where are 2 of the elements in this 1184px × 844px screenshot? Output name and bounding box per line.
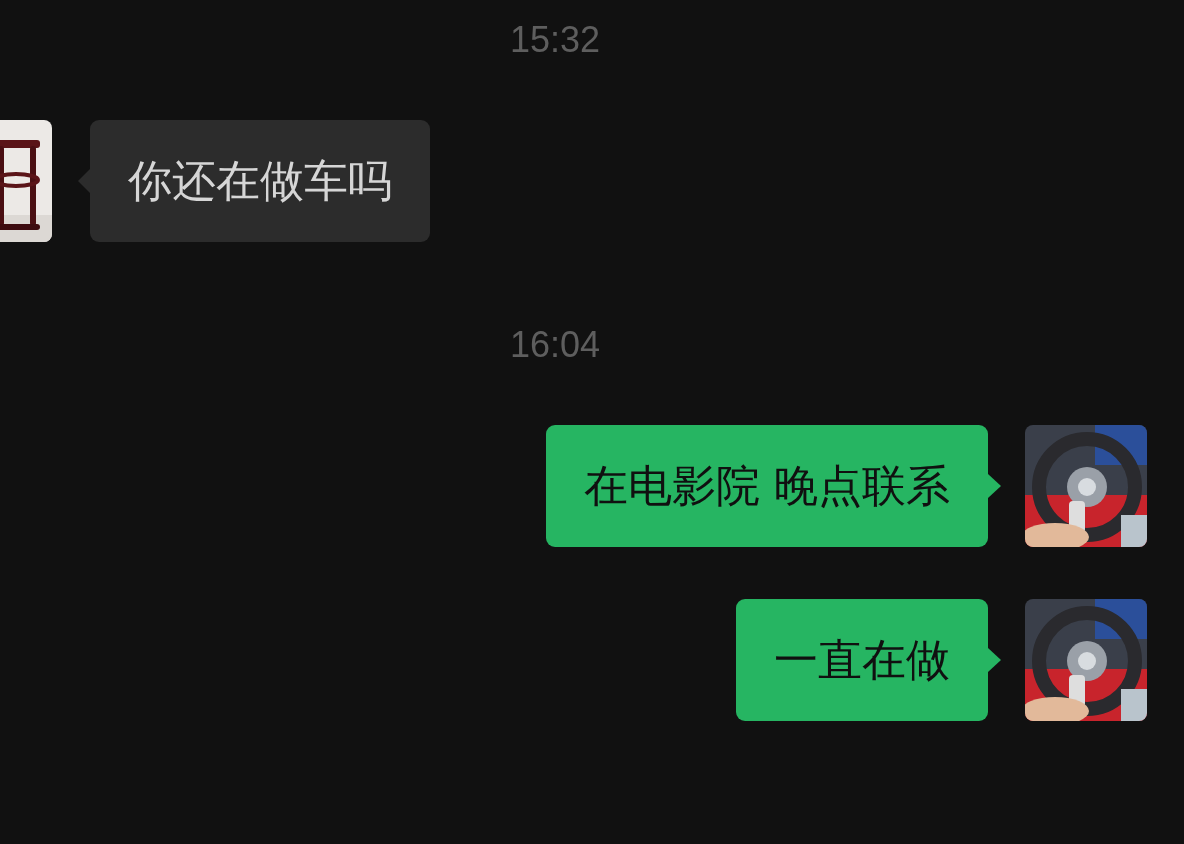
- timestamp: 16:04: [509, 323, 601, 367]
- timestamp: 15:32: [509, 18, 601, 62]
